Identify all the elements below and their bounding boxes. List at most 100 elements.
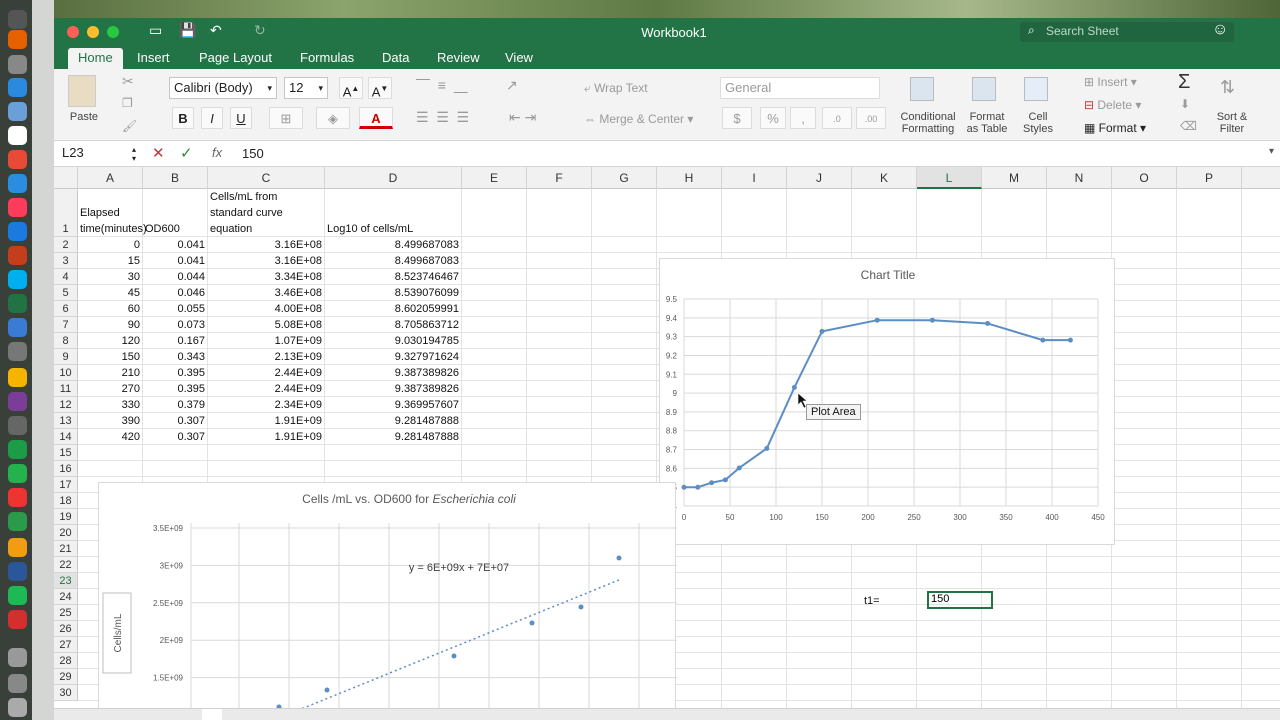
row-header-4[interactable]: 4 (54, 269, 78, 285)
onenote-icon[interactable] (8, 392, 27, 411)
format-painter-icon[interactable]: 🖌 (122, 119, 137, 133)
feedback-smiley-icon[interactable]: ☺ (1212, 21, 1228, 39)
fill-color-button[interactable]: ◈ (316, 107, 350, 129)
undo-icon[interactable]: ↶ (210, 22, 222, 39)
merge-center-button[interactable]: ⇔ Merge & Center ▾ (584, 112, 693, 126)
row-header-27[interactable]: 27 (54, 637, 78, 653)
column-header-e[interactable]: E (462, 167, 527, 189)
firefox-icon[interactable] (8, 30, 27, 49)
messages-icon[interactable] (8, 174, 27, 193)
column-header-n[interactable]: N (1047, 167, 1112, 189)
sheet-tab-1[interactable] (116, 709, 136, 720)
calendar-icon[interactable] (8, 126, 27, 145)
increase-decimal-button[interactable]: .0 (822, 107, 852, 129)
downloads-icon[interactable] (8, 674, 27, 693)
row-header-10[interactable]: 10 (54, 365, 78, 381)
column-header-m[interactable]: M (982, 167, 1047, 189)
row-header-26[interactable]: 26 (54, 621, 78, 637)
column-header-f[interactable]: F (527, 167, 592, 189)
italic-button[interactable]: I (201, 107, 223, 129)
decrease-decimal-button[interactable]: .00 (856, 107, 886, 129)
copy-icon[interactable]: ❐ (122, 96, 133, 110)
cut-icon[interactable]: ✂ (122, 73, 134, 90)
trash-icon[interactable] (8, 698, 27, 717)
app-icon[interactable] (8, 318, 27, 337)
app-icon-4[interactable] (8, 512, 27, 531)
currency-button[interactable]: $ (722, 107, 752, 129)
word-icon[interactable] (8, 562, 27, 581)
column-header-j[interactable]: J (787, 167, 852, 189)
tab-view[interactable]: View (495, 48, 543, 69)
increase-font-button[interactable]: A▲ (339, 77, 363, 99)
row-header-17[interactable]: 17 (54, 477, 78, 493)
fill-icon[interactable]: ⬇ (1180, 97, 1190, 111)
insert-function-icon[interactable]: fx (212, 145, 222, 160)
system-prefs-icon[interactable] (8, 342, 27, 361)
tab-page-layout[interactable]: Page Layout (189, 48, 282, 69)
clear-icon[interactable]: ⌫ (1180, 119, 1197, 133)
percent-button[interactable]: % (760, 107, 786, 129)
row-header-8[interactable]: 8 (54, 333, 78, 349)
sidebar-toggle-icon[interactable]: ▭ (149, 22, 162, 39)
facetime-icon[interactable] (8, 464, 27, 483)
row-header-15[interactable]: 15 (54, 445, 78, 461)
autosum-button[interactable]: Σ (1178, 71, 1190, 94)
insert-cells-button[interactable]: ⊞ Insert ▾ (1084, 75, 1137, 89)
skype-icon[interactable] (8, 270, 27, 289)
borders-button[interactable]: ⊞ (269, 107, 303, 129)
column-header-c[interactable]: C (208, 167, 325, 189)
launchpad-icon[interactable] (8, 55, 27, 74)
conditional-formatting-button[interactable]: Conditional Formatting (896, 111, 960, 135)
row-header-7[interactable]: 7 (54, 317, 78, 333)
cell-styles-button[interactable]: Cell Styles (1016, 111, 1060, 135)
excel-icon[interactable] (8, 294, 27, 313)
growth-curve-chart[interactable]: Chart Title8.48.58.68.78.88.999.19.29.39… (659, 258, 1115, 545)
delete-cells-button[interactable]: ⊟ Delete ▾ (1084, 98, 1141, 112)
align-top-icons[interactable]: ⎺ ≡ ⎽ (416, 77, 502, 94)
minimize-window-button[interactable] (87, 26, 99, 38)
redo-icon[interactable]: ↻ (254, 22, 266, 39)
cells-vs-od-chart[interactable]: Cells /mL vs. OD600 for Escherichia coli… (98, 482, 677, 720)
format-cells-button[interactable]: ▦ Format ▾ (1084, 121, 1146, 135)
safari-icon[interactable] (8, 78, 27, 97)
tab-data[interactable]: Data (372, 48, 419, 69)
name-box[interactable]: L23 ▴ ▾ (62, 145, 142, 163)
column-header-k[interactable]: K (852, 167, 917, 189)
appstore-icon[interactable] (8, 222, 27, 241)
decrease-font-button[interactable]: A▼ (368, 77, 392, 99)
bold-button[interactable]: B (172, 107, 194, 129)
music-icon[interactable] (8, 198, 27, 217)
wrap-text-button[interactable]: ⤶ Wrap Text (584, 81, 648, 96)
row-header-9[interactable]: 9 (54, 349, 78, 365)
row-header-30[interactable]: 30 (54, 685, 78, 701)
format-as-table-button[interactable]: Format as Table (962, 111, 1012, 135)
help-icon[interactable] (8, 416, 27, 435)
row-header-21[interactable]: 21 (54, 541, 78, 557)
row-header-14[interactable]: 14 (54, 429, 78, 445)
cancel-entry-icon[interactable]: ✕ (152, 144, 165, 162)
row-header-12[interactable]: 12 (54, 397, 78, 413)
underline-button[interactable]: U (230, 107, 252, 129)
folder-icon[interactable] (8, 648, 27, 667)
worksheet-grid[interactable]: ABCDEFGHIJKLMNOP 1 2 3 4 5 6 7 8 9 10 11 12 13 14 15 16… (54, 167, 1280, 720)
mail-icon[interactable] (8, 102, 27, 121)
formula-input[interactable]: 150 (242, 146, 264, 161)
comma-button[interactable]: , (790, 107, 816, 129)
app-icon-2[interactable] (8, 440, 27, 459)
indent-icons[interactable]: ⇤ ⇥ (509, 109, 536, 126)
sheet-tab-2[interactable] (202, 709, 222, 720)
expand-formula-bar-icon[interactable]: ▾ (1269, 146, 1274, 157)
name-box-stepper-icon[interactable]: ▴ ▾ (132, 145, 136, 163)
row-header-25[interactable]: 25 (54, 605, 78, 621)
row-header-18[interactable]: 18 (54, 493, 78, 509)
row-header-28[interactable]: 28 (54, 653, 78, 669)
acrobat-icon[interactable] (8, 610, 27, 629)
tab-home[interactable]: Home (68, 48, 123, 69)
column-header-g[interactable]: G (592, 167, 657, 189)
finder-icon[interactable] (8, 10, 27, 29)
column-header-o[interactable]: O (1112, 167, 1177, 189)
row-header-29[interactable]: 29 (54, 669, 78, 685)
row-header-24[interactable]: 24 (54, 589, 78, 605)
paste-icon[interactable] (68, 75, 96, 107)
font-color-button[interactable]: A (359, 107, 393, 129)
